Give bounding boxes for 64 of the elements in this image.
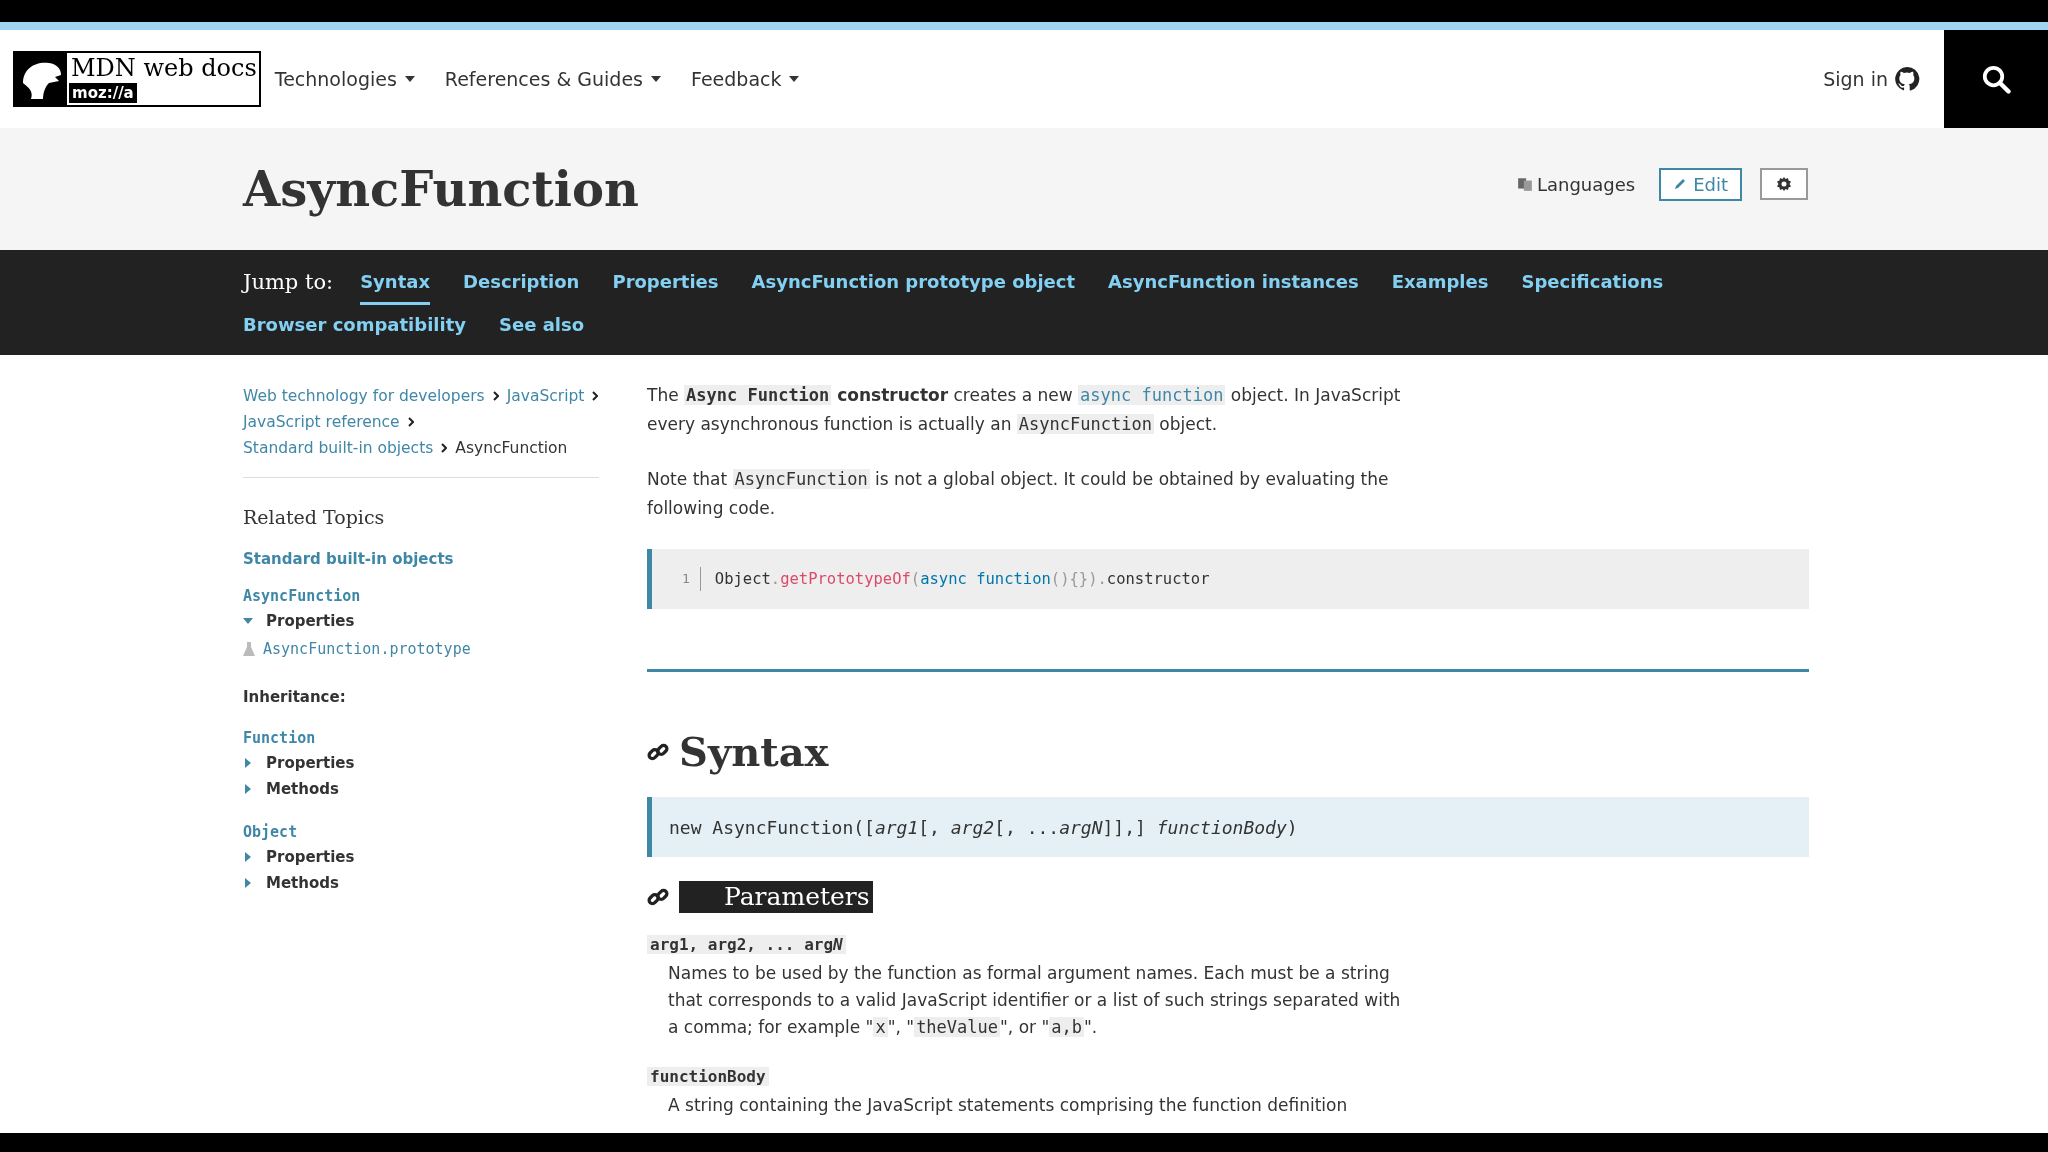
sidebar-link[interactable]: AsyncFunction [243, 584, 599, 608]
jump-link[interactable]: Specifications [1521, 262, 1664, 305]
edit-button[interactable]: Edit [1659, 167, 1742, 201]
jump-link[interactable]: See also [499, 305, 585, 348]
breadcrumb-link[interactable]: Web technology for developers [243, 383, 485, 409]
chevron-icon [492, 391, 499, 401]
settings-button[interactable] [1760, 168, 1808, 200]
related-topics-heading: Related Topics [243, 506, 386, 528]
breadcrumb-current: AsyncFunction [455, 438, 568, 459]
jump-link[interactable]: AsyncFunction prototype object [751, 262, 1076, 305]
section-heading: Parameters [679, 881, 873, 913]
link-icon[interactable] [647, 886, 669, 908]
parameter-description: Names to be used by the function as formal argument names. Each must be a string that corresponds to a valid JavaScript identifier or a list of such strings separated with a comma; for example "x", "theValue", or "a,b". [668, 962, 1402, 1039]
sidebar-toggle[interactable]: Methods [243, 776, 339, 802]
logo-subtitle: moz://a [69, 83, 137, 103]
jump-link[interactable]: Examples [1391, 262, 1489, 305]
mdn-logo[interactable]: MDN web docs moz://a [13, 51, 261, 107]
jump-link[interactable]: Syntax [360, 262, 430, 305]
languages-button[interactable]: Languages [1510, 172, 1642, 196]
translate-icon [1516, 176, 1533, 192]
code-line: Object.getPrototypeOf(async function(){}).constructor [714, 570, 1210, 588]
pencil-icon [1673, 177, 1688, 191]
chevron-icon [592, 391, 599, 401]
sidebar-link[interactable]: Function [243, 726, 599, 750]
sidebar-toggle[interactable]: Properties [243, 844, 355, 870]
sidebar-link[interactable]: Object [243, 820, 599, 844]
search-button[interactable] [1944, 30, 2048, 128]
github-icon [1894, 66, 1920, 92]
paragraph: Note that AsyncFunction is not a global object. It could be obtained by evaluating the following code. [647, 468, 1390, 520]
paragraph: The Async Function constructor creates a new async function object. In JavaScript every asynchronous function is actually an AsyncFunction object. [647, 384, 1402, 436]
page-title: AsyncFunction [243, 161, 639, 217]
logo-title: MDN web docs [70, 53, 258, 83]
breadcrumb-link[interactable]: Standard built-in objects [243, 435, 434, 461]
sidebar-toggle[interactable]: Properties [243, 750, 355, 776]
jump-link[interactable]: Browser compatibility [243, 305, 466, 348]
dinosaur-icon [15, 53, 67, 105]
sign-in-link[interactable]: Sign in [1823, 66, 1920, 92]
jump-to-label: Jump to: [243, 269, 334, 296]
breadcrumb-link[interactable]: JavaScript reference [243, 409, 400, 435]
sidebar-link[interactable]: AsyncFunction.prototype [263, 640, 471, 658]
search-icon [1981, 64, 2011, 94]
breadcrumb-link[interactable]: JavaScript [506, 383, 585, 409]
inheritance-label: Inheritance: [243, 688, 347, 706]
jump-link[interactable]: Description [463, 262, 580, 305]
sidebar-toggle[interactable]: Properties [243, 608, 355, 634]
parameter-name: functionBody [647, 1067, 769, 1086]
caret-icon [404, 76, 415, 82]
parameter-description: A string containing the JavaScript statements comprising the function definition [668, 1094, 1349, 1117]
section-heading: Syntax [679, 728, 829, 775]
nav-menu[interactable]: Feedback [691, 68, 800, 90]
jump-link[interactable]: Properties [612, 262, 719, 305]
line-number: 1 [682, 567, 701, 591]
jump-link[interactable]: AsyncFunction instances [1108, 262, 1359, 305]
sidebar-link[interactable]: Standard built-in objects [243, 550, 599, 568]
caret-icon [789, 76, 800, 82]
chevron-icon [441, 443, 448, 453]
syntax-signature: new AsyncFunction([arg1[, arg2[, ...argN]],] functionBody) [669, 816, 1298, 838]
caret-icon [651, 76, 661, 82]
nav-menu[interactable]: References & Guides [444, 68, 661, 90]
parameter-name: arg1, arg2, ... argN [647, 935, 846, 954]
sidebar-toggle[interactable]: Methods [243, 870, 339, 896]
chevron-icon [407, 417, 414, 427]
nav-menu[interactable]: Technologies [274, 68, 415, 90]
settings-icon [1776, 176, 1792, 192]
